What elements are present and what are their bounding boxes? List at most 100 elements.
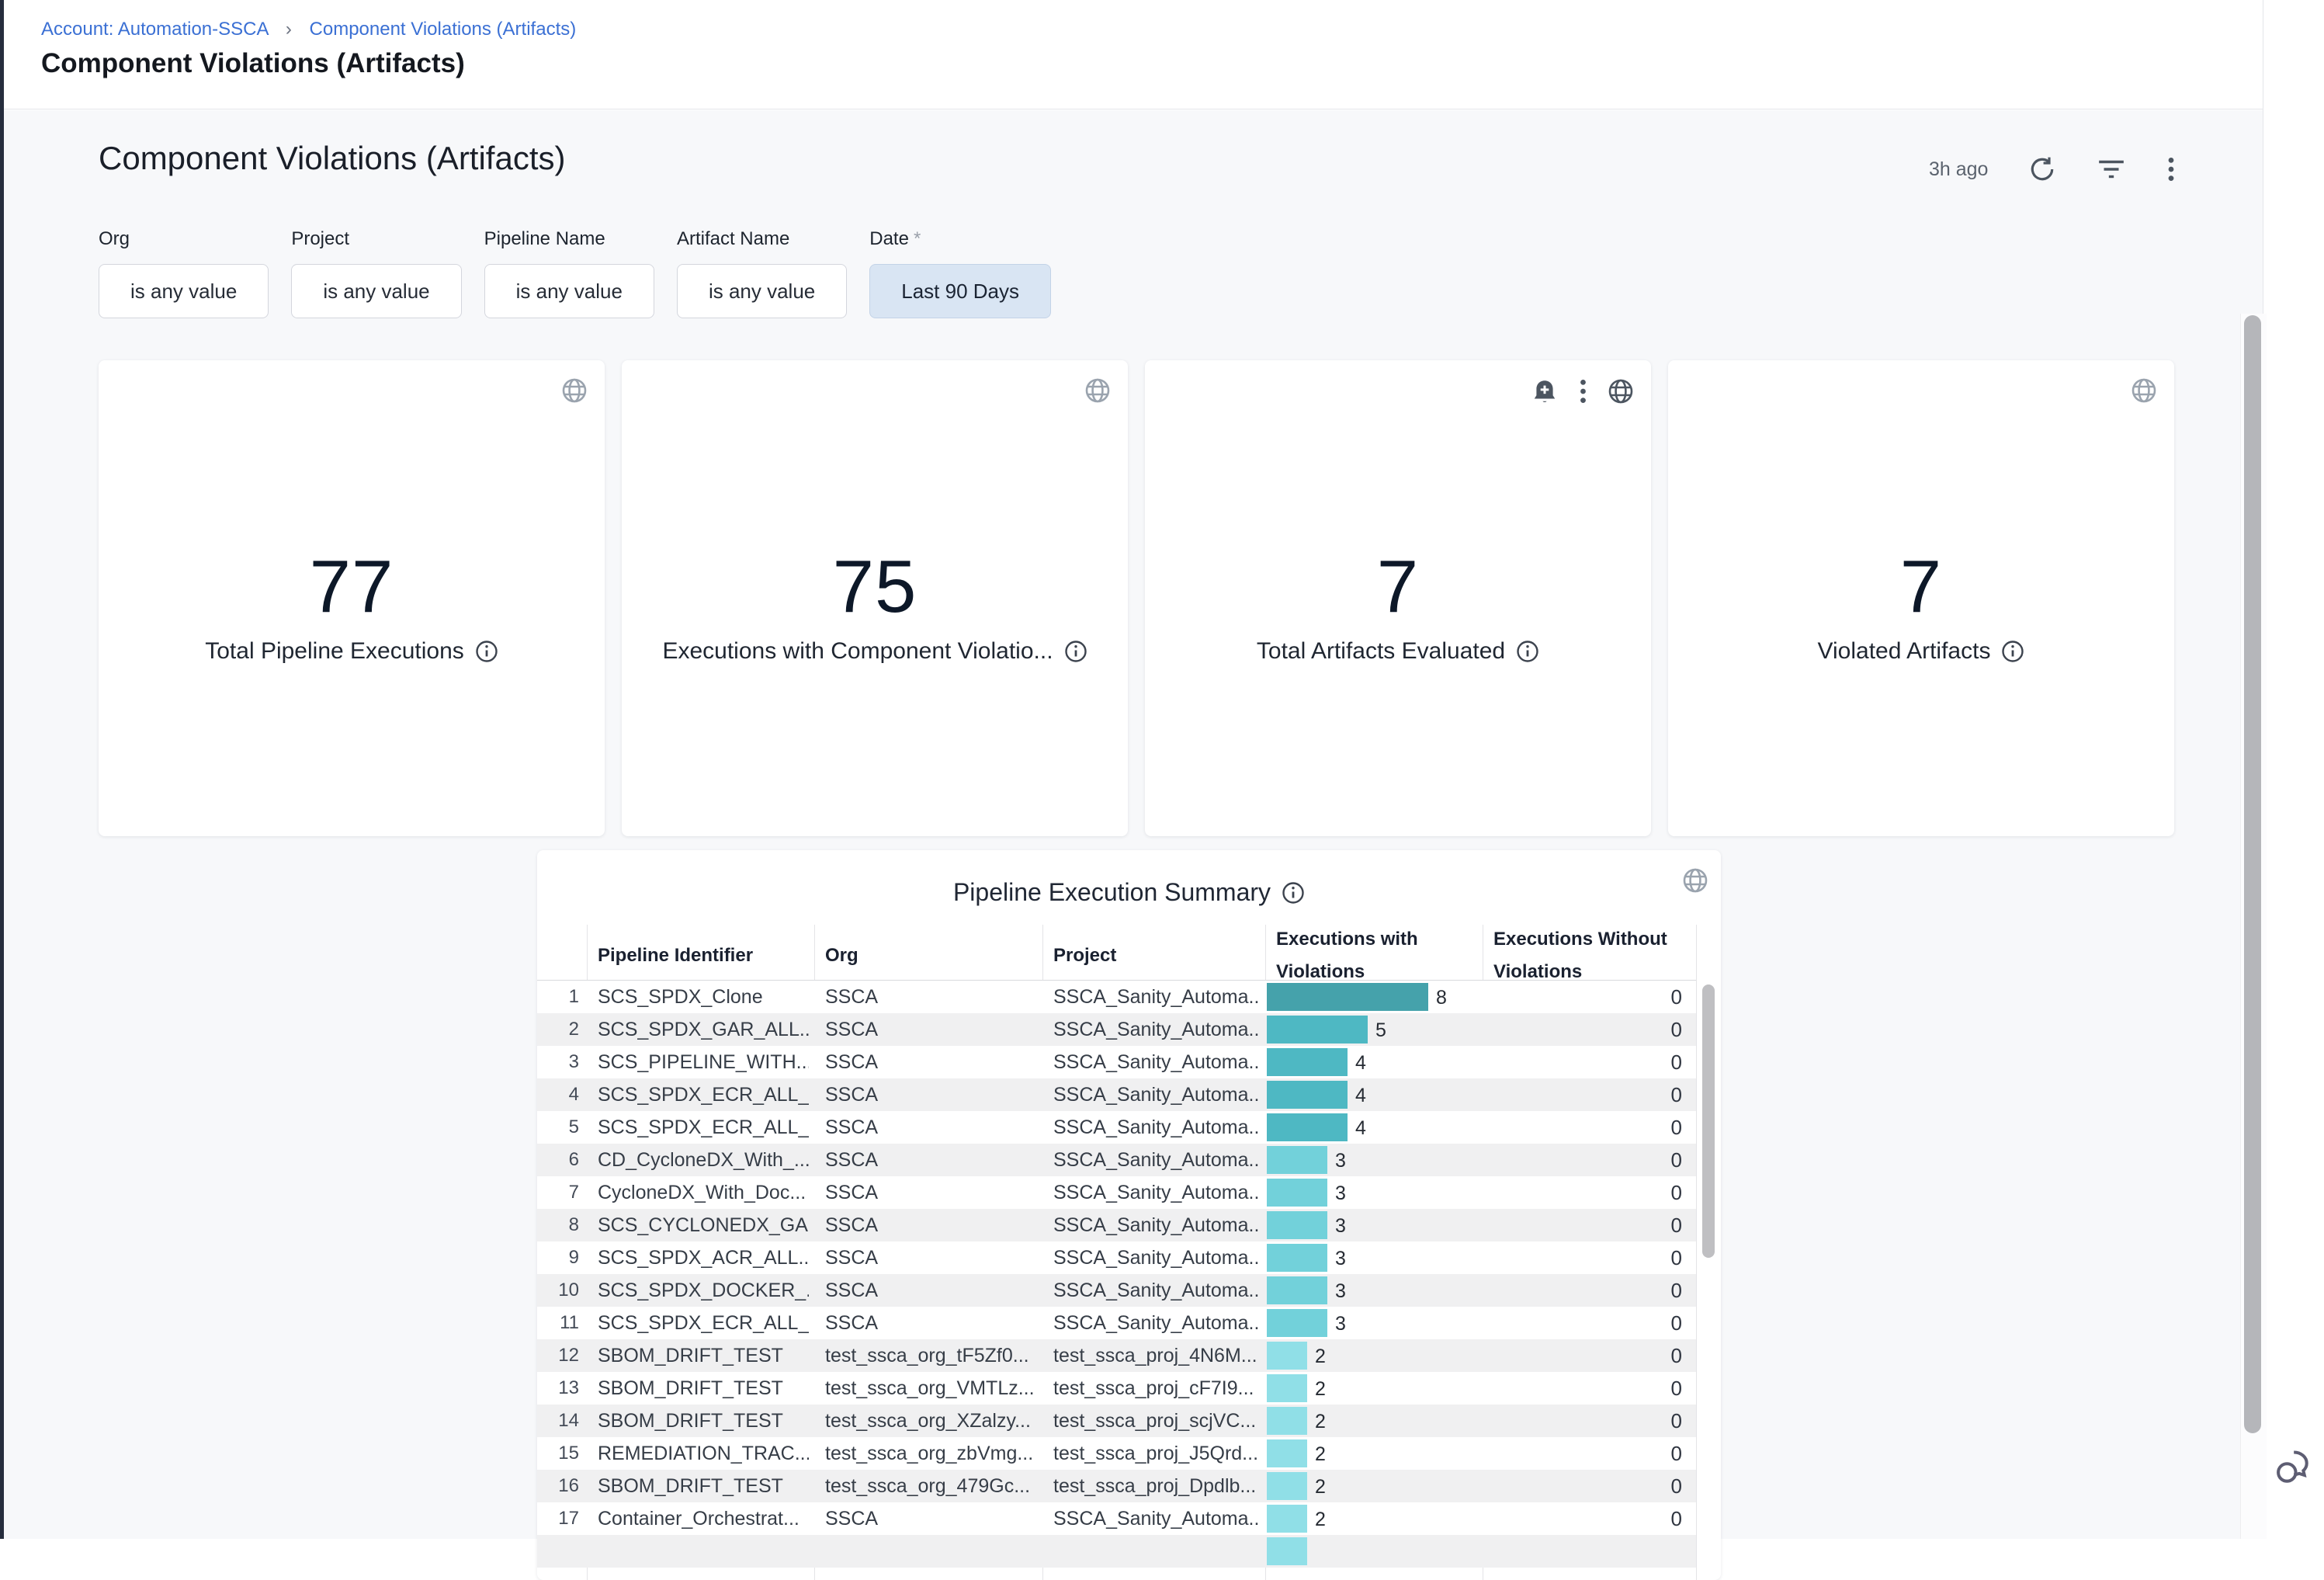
filter-value-button[interactable]: Last 90 Days — [869, 264, 1051, 318]
column-header-2[interactable]: Org — [825, 939, 858, 972]
column-header-4[interactable]: Executions withViolations — [1276, 923, 1418, 988]
column-header-5[interactable]: Executions WithoutViolations — [1493, 923, 1667, 988]
table-row[interactable]: 11SCS_SPDX_ECR_ALL_...SSCASSCA_Sanity_Au… — [537, 1307, 1696, 1339]
table-row[interactable]: 15REMEDIATION_TRAC...test_ssca_org_zbVmg… — [537, 1437, 1696, 1470]
filter-value-button[interactable]: is any value — [677, 264, 847, 318]
cell-pipeline-identifier: SCS_SPDX_Clone — [598, 981, 809, 1013]
stat-label: Violated Artifacts — [1818, 638, 1991, 665]
stat-label-row: Total Artifacts Evaluated — [1145, 638, 1651, 665]
cell-pipeline-identifier: CD_CycloneDX_With_... — [598, 1144, 809, 1176]
violations-bar — [1267, 1146, 1327, 1174]
globe-icon[interactable] — [1084, 377, 1111, 408]
violations-bar-value: 2 — [1315, 1437, 1326, 1470]
table-row[interactable]: 10SCS_SPDX_DOCKER_...SSCASSCA_Sanity_Aut… — [537, 1274, 1696, 1307]
table-row[interactable]: 16SBOM_DRIFT_TESTtest_ssca_org_479Gc...t… — [537, 1470, 1696, 1502]
kebab-menu-icon[interactable] — [2166, 155, 2176, 183]
cell-executions-with-violations: 4 — [1267, 1111, 1483, 1144]
row-number: 2 — [537, 1013, 579, 1046]
violations-bar — [1267, 1048, 1348, 1076]
cell-pipeline-identifier: SCS_SPDX_ECR_ALL_... — [598, 1111, 809, 1144]
cell-org: SSCA — [825, 1307, 1036, 1339]
globe-icon[interactable] — [2131, 377, 2157, 408]
cell-executions-with-violations: 3 — [1267, 1209, 1483, 1241]
table-row[interactable]: 6CD_CycloneDX_With_...SSCASSCA_Sanity_Au… — [537, 1144, 1696, 1176]
row-number: 6 — [537, 1144, 579, 1176]
table-row[interactable]: 9SCS_SPDX_ACR_ALL...SSCASSCA_Sanity_Auto… — [537, 1241, 1696, 1274]
filter-value-button[interactable]: is any value — [99, 264, 269, 318]
row-number: 15 — [537, 1437, 579, 1470]
filter-value-button[interactable]: is any value — [291, 264, 461, 318]
pipeline-execution-summary-tile: Pipeline Execution Summary Pipeline Iden… — [537, 850, 1721, 1580]
filter-icon[interactable] — [2097, 156, 2126, 182]
cell-pipeline-identifier: SCS_PIPELINE_WITH... — [598, 1046, 809, 1078]
table-row[interactable]: 5SCS_SPDX_ECR_ALL_...SSCASSCA_Sanity_Aut… — [537, 1111, 1696, 1144]
info-icon[interactable] — [1282, 881, 1305, 905]
table-row[interactable]: 8SCS_CYCLONEDX_GA...SSCASSCA_Sanity_Auto… — [537, 1209, 1696, 1241]
info-icon[interactable] — [1064, 640, 1087, 663]
row-number: 8 — [537, 1209, 579, 1241]
table-row[interactable]: 4SCS_SPDX_ECR_ALL_...SSCASSCA_Sanity_Aut… — [537, 1078, 1696, 1111]
kebab-menu-icon[interactable] — [1579, 377, 1587, 409]
page-title: Component Violations (Artifacts) — [41, 48, 465, 79]
cell-executions-without-violations: 0 — [1483, 1307, 1682, 1339]
info-icon[interactable] — [475, 640, 498, 663]
row-number: 14 — [537, 1405, 579, 1437]
filter-artifact-name: Artifact Nameis any value — [677, 228, 847, 318]
table-scrollbar-thumb[interactable] — [1702, 984, 1715, 1258]
stat-value: 7 — [1145, 544, 1651, 630]
cell-project: SSCA_Sanity_Automa... — [1053, 1013, 1260, 1046]
violations-bar-value: 2 — [1315, 1339, 1326, 1372]
cell-project: test_ssca_proj_Dpdlb... — [1053, 1470, 1260, 1502]
violations-bar — [1267, 1439, 1307, 1467]
cell-org: SSCA — [825, 1013, 1036, 1046]
violations-bar — [1267, 1081, 1348, 1109]
info-icon[interactable] — [2001, 640, 2024, 663]
globe-icon[interactable] — [1682, 867, 1708, 898]
table-row[interactable]: 14SBOM_DRIFT_TESTtest_ssca_org_XZalzy...… — [537, 1405, 1696, 1437]
page-scrollbar-thumb[interactable] — [2244, 315, 2261, 1433]
row-number: 13 — [537, 1372, 579, 1405]
globe-icon[interactable] — [561, 377, 588, 408]
table-row[interactable]: 7CycloneDX_With_Doc...SSCASSCA_Sanity_Au… — [537, 1176, 1696, 1209]
cell-org: SSCA — [825, 1274, 1036, 1307]
table-row[interactable]: 2SCS_SPDX_GAR_ALL...SSCASSCA_Sanity_Auto… — [537, 1013, 1696, 1046]
table-row[interactable]: 12SBOM_DRIFT_TESTtest_ssca_org_tF5Zf0...… — [537, 1339, 1696, 1372]
stat-label-row: Total Pipeline Executions — [99, 638, 605, 665]
table-row-partial — [537, 1535, 1696, 1568]
filter-value-button[interactable]: is any value — [484, 264, 654, 318]
refresh-icon[interactable] — [2028, 155, 2056, 183]
cell-project: SSCA_Sanity_Automa... — [1053, 1209, 1260, 1241]
stat-cards-row: 77Total Pipeline Executions75Executions … — [99, 360, 2174, 836]
cell-pipeline-identifier: REMEDIATION_TRAC... — [598, 1437, 809, 1470]
violations-bar — [1267, 1244, 1327, 1272]
cell-executions-without-violations: 0 — [1483, 1274, 1682, 1307]
breadcrumb-account-link[interactable]: Account: Automation-SSCA — [41, 19, 268, 40]
alert-bell-plus-icon[interactable] — [1531, 378, 1559, 408]
table-row[interactable]: 1SCS_SPDX_CloneSSCASSCA_Sanity_Automa...… — [537, 981, 1696, 1013]
breadcrumb-page-link[interactable]: Component Violations (Artifacts) — [310, 19, 577, 40]
column-header-1[interactable]: Pipeline Identifier — [598, 939, 753, 972]
cell-project: test_ssca_proj_scjVC... — [1053, 1405, 1260, 1437]
column-header-3[interactable]: Project — [1053, 939, 1116, 972]
cell-executions-with-violations: 3 — [1267, 1176, 1483, 1209]
cell-project: test_ssca_proj_4N6M... — [1053, 1339, 1260, 1372]
stat-card-4: 7 Violated Artifacts — [1668, 360, 2174, 836]
cell-executions-with-violations — [1267, 1535, 1483, 1568]
chat-help-icon[interactable] — [2270, 1443, 2316, 1489]
info-icon[interactable] — [1516, 640, 1539, 663]
table-row[interactable]: 13SBOM_DRIFT_TESTtest_ssca_org_VMTLz...t… — [537, 1372, 1696, 1405]
table-row[interactable]: 3SCS_PIPELINE_WITH...SSCASSCA_Sanity_Aut… — [537, 1046, 1696, 1078]
filter-label: Date* — [869, 228, 1051, 250]
stat-label-row: Violated Artifacts — [1668, 638, 2174, 665]
row-number: 16 — [537, 1470, 579, 1502]
globe-icon[interactable] — [1608, 378, 1634, 408]
cell-org: test_ssca_org_XZalzy... — [825, 1405, 1036, 1437]
row-number: 12 — [537, 1339, 579, 1372]
stat-value: 7 — [1668, 544, 2174, 630]
tile-actions — [561, 377, 588, 408]
table-row[interactable]: 17Container_Orchestrat...SSCASSCA_Sanity… — [537, 1502, 1696, 1535]
cell-project: SSCA_Sanity_Automa... — [1053, 1307, 1260, 1339]
cell-executions-with-violations: 4 — [1267, 1046, 1483, 1078]
row-number: 17 — [537, 1502, 579, 1535]
stat-card-1: 77Total Pipeline Executions — [99, 360, 605, 836]
